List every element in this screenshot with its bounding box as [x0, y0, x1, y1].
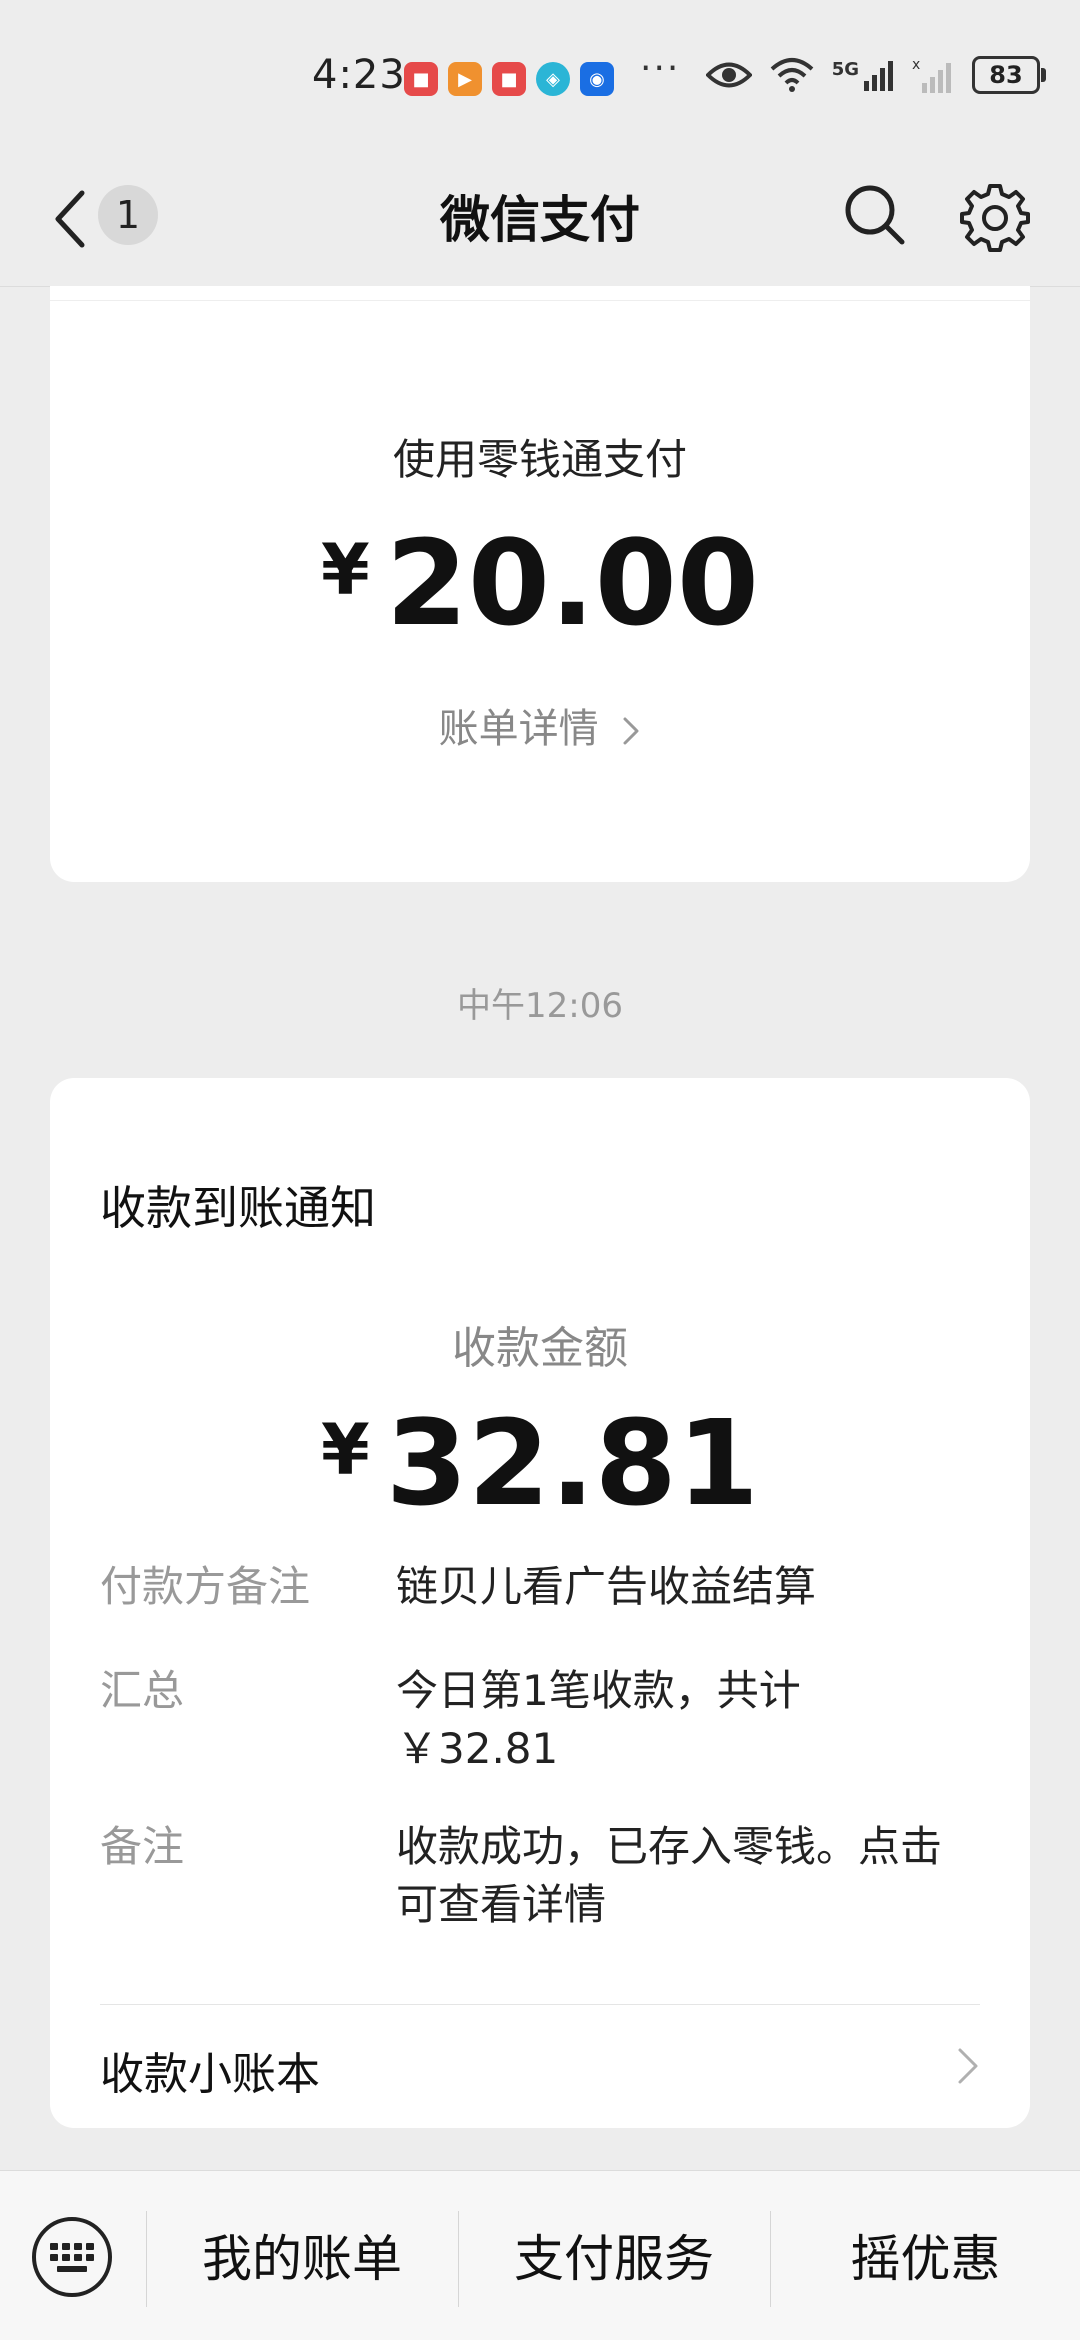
network-type-label: 5G	[831, 59, 859, 80]
status-system-icons: 5G x 83	[705, 56, 1046, 94]
detail-row-summary: 汇总 今日第1笔收款，共计 ￥32.81	[100, 1662, 980, 1778]
nav-bar: 1 微信支付	[0, 150, 1080, 287]
status-time: 4:23	[312, 52, 406, 98]
eye-icon	[705, 62, 752, 88]
currency-symbol: ¥	[321, 529, 370, 611]
signal-weak-icon: x	[912, 57, 951, 93]
payment-amount-value: 20.00	[385, 514, 759, 652]
currency-symbol: ¥	[321, 1409, 370, 1491]
page-title: 微信支付	[440, 191, 640, 249]
receipt-amount-label: 收款金额	[452, 1323, 628, 1374]
detail-key: 付款方备注	[100, 1562, 311, 1611]
receipt-ledger-label: 收款小账本	[100, 2049, 320, 2100]
browser-app-icon: ◈	[536, 62, 570, 96]
menu-payment-services[interactable]: 支付服务	[459, 2219, 769, 2299]
network-indicator: 5G	[832, 59, 894, 91]
chevron-right-icon	[958, 2048, 978, 2084]
receipt-notice-card[interactable]: 收款到账通知 收款金额 ¥32.81 付款方备注 链贝儿看广告收益结算 汇总 今…	[50, 1078, 1030, 2128]
receipt-amount: ¥32.81	[50, 1394, 1030, 1532]
wechat-pay-chat-screen: 4:23 ■ ▶ ■ ◈ ◉ ··· 5G x 83 1 微信支付 使用零钱通支…	[0, 0, 1080, 2340]
search-icon	[845, 185, 905, 245]
detail-row-remark: 备注 收款成功，已存入零钱。点击可查看详情	[100, 1818, 980, 1934]
receipt-ledger-link[interactable]: 收款小账本	[100, 2038, 980, 2108]
battery-indicator: 83	[972, 56, 1046, 94]
app-notification-icon: ■	[404, 62, 438, 96]
menu-shake-offers[interactable]: 摇优惠	[771, 2219, 1080, 2299]
settings-button[interactable]	[958, 180, 1032, 254]
card-divider	[100, 2004, 980, 2005]
receipt-amount-value: 32.81	[385, 1394, 759, 1532]
keyboard-icon	[32, 2217, 112, 2297]
message-timestamp: 中午12:06	[457, 986, 623, 1026]
status-app-icons: ■ ▶ ■ ◈ ◉	[404, 62, 614, 96]
video-app-icon: ▶	[448, 62, 482, 96]
wifi-icon	[770, 58, 814, 92]
detail-value: 链贝儿看广告收益结算	[396, 1562, 817, 1611]
payment-method-text: 使用零钱通支付	[392, 435, 687, 484]
bill-details-link[interactable]: 账单详情	[50, 696, 1030, 754]
chevron-right-icon	[623, 717, 639, 745]
detail-value: 今日第1笔收款，共计 ￥32.81	[396, 1666, 801, 1773]
keyboard-toggle-button[interactable]	[30, 2215, 114, 2299]
notice-title: 收款到账通知	[100, 1181, 376, 1235]
app-notification-icon: ■	[492, 62, 526, 96]
lightbulb-app-icon: ◉	[580, 62, 614, 96]
detail-row-payer-note: 付款方备注 链贝儿看广告收益结算	[100, 1558, 980, 1616]
payment-message-card[interactable]: 使用零钱通支付 ¥20.00 账单详情	[50, 286, 1030, 882]
detail-key: 备注	[100, 1822, 185, 1871]
menu-my-bills[interactable]: 我的账单	[147, 2219, 457, 2299]
svg-text:x: x	[912, 57, 920, 73]
gear-icon	[960, 184, 1030, 252]
more-notifications-icon: ···	[640, 48, 681, 89]
card-divider	[50, 300, 1030, 301]
bill-details-label: 账单详情	[438, 706, 599, 752]
detail-value: 收款成功，已存入零钱。点击可查看详情	[396, 1822, 943, 1929]
payment-amount: ¥20.00	[50, 514, 1030, 652]
bottom-menu-bar: 我的账单 支付服务 摇优惠	[0, 2170, 1080, 2340]
signal-icon	[864, 61, 893, 91]
status-bar: 4:23 ■ ▶ ■ ◈ ◉ ··· 5G x 83	[0, 0, 1080, 150]
detail-key: 汇总	[100, 1666, 185, 1715]
search-button[interactable]	[840, 180, 910, 250]
